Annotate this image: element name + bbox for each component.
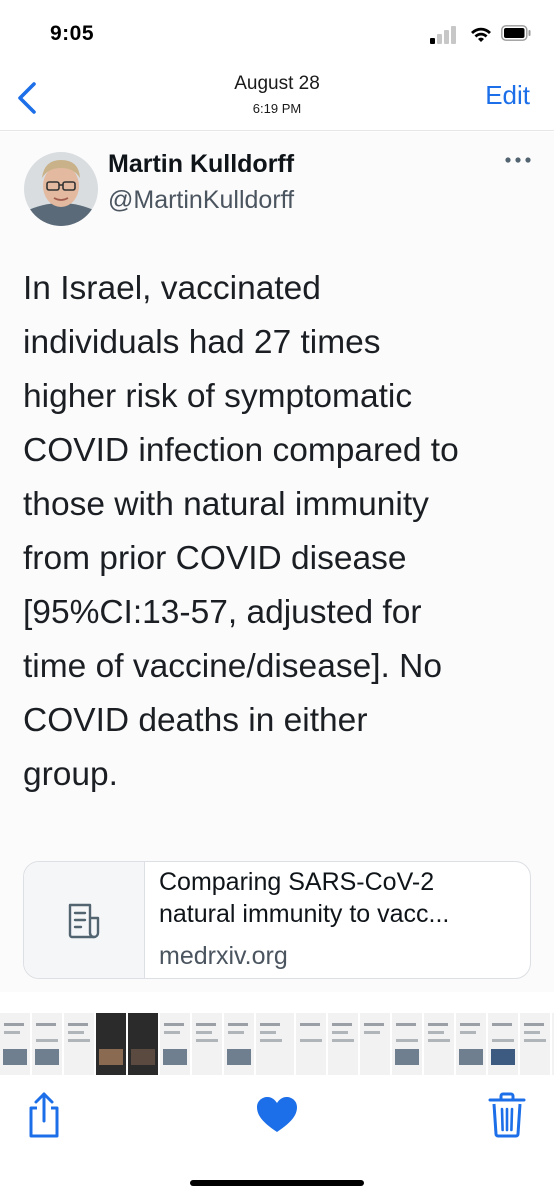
avatar (24, 152, 98, 226)
author-handle: @MartinKulldorff (108, 186, 295, 214)
photo-thumbnail-strip[interactable] (0, 1013, 554, 1075)
link-card-thumbnail (24, 862, 145, 978)
link-card-domain: medrxiv.org (159, 942, 288, 970)
edit-button[interactable]: Edit (485, 80, 530, 111)
trash-icon[interactable] (488, 1092, 526, 1138)
photo-thumbnail[interactable] (456, 1013, 486, 1075)
photo-date: August 28 (234, 73, 320, 94)
photo-time: 6:19 PM (252, 101, 302, 116)
link-card-title: Comparing SARS-CoV-2 natural immunity to… (159, 868, 450, 928)
wifi-icon (471, 27, 491, 42)
home-indicator (190, 1180, 364, 1186)
photo-thumbnail-current[interactable] (254, 1013, 296, 1075)
photo-thumbnail[interactable] (296, 1013, 326, 1075)
photo-thumbnail[interactable] (520, 1013, 550, 1075)
photo-header: August 28 6:19 PM Edit (0, 70, 554, 131)
status-bar: 9:05 (0, 0, 554, 70)
share-icon[interactable] (24, 1090, 64, 1140)
photo-thumbnail[interactable] (192, 1013, 222, 1075)
photo-thumbnail[interactable] (424, 1013, 454, 1075)
photo-thumbnail[interactable] (64, 1013, 94, 1075)
document-icon (68, 903, 100, 939)
photo-thumbnail[interactable] (488, 1013, 518, 1075)
photo-thumbnail[interactable] (128, 1013, 158, 1075)
tweet-screenshot: Martin Kulldorff @MartinKulldorff In Isr… (0, 132, 554, 992)
photo-thumbnail[interactable] (360, 1013, 390, 1075)
photo-thumbnail[interactable] (32, 1013, 62, 1075)
cellular-signal-icon (430, 26, 456, 44)
author-name: Martin Kulldorff (108, 150, 295, 178)
bottom-toolbar (0, 1082, 554, 1200)
photo-thumbnail[interactable] (96, 1013, 126, 1075)
photo-thumbnail[interactable] (160, 1013, 190, 1075)
battery-icon (501, 25, 531, 41)
photo-thumbnail[interactable] (224, 1013, 254, 1075)
heart-icon[interactable] (256, 1096, 298, 1134)
tweet-text: In Israel, vaccinated individuals had 27… (23, 270, 459, 793)
more-icon (505, 157, 531, 163)
photo-thumbnail[interactable] (328, 1013, 358, 1075)
status-time: 9:05 (50, 22, 95, 45)
photo-thumbnail[interactable] (392, 1013, 422, 1075)
photo-thumbnail[interactable] (0, 1013, 30, 1075)
link-card: Comparing SARS-CoV-2 natural immunity to… (23, 861, 531, 979)
